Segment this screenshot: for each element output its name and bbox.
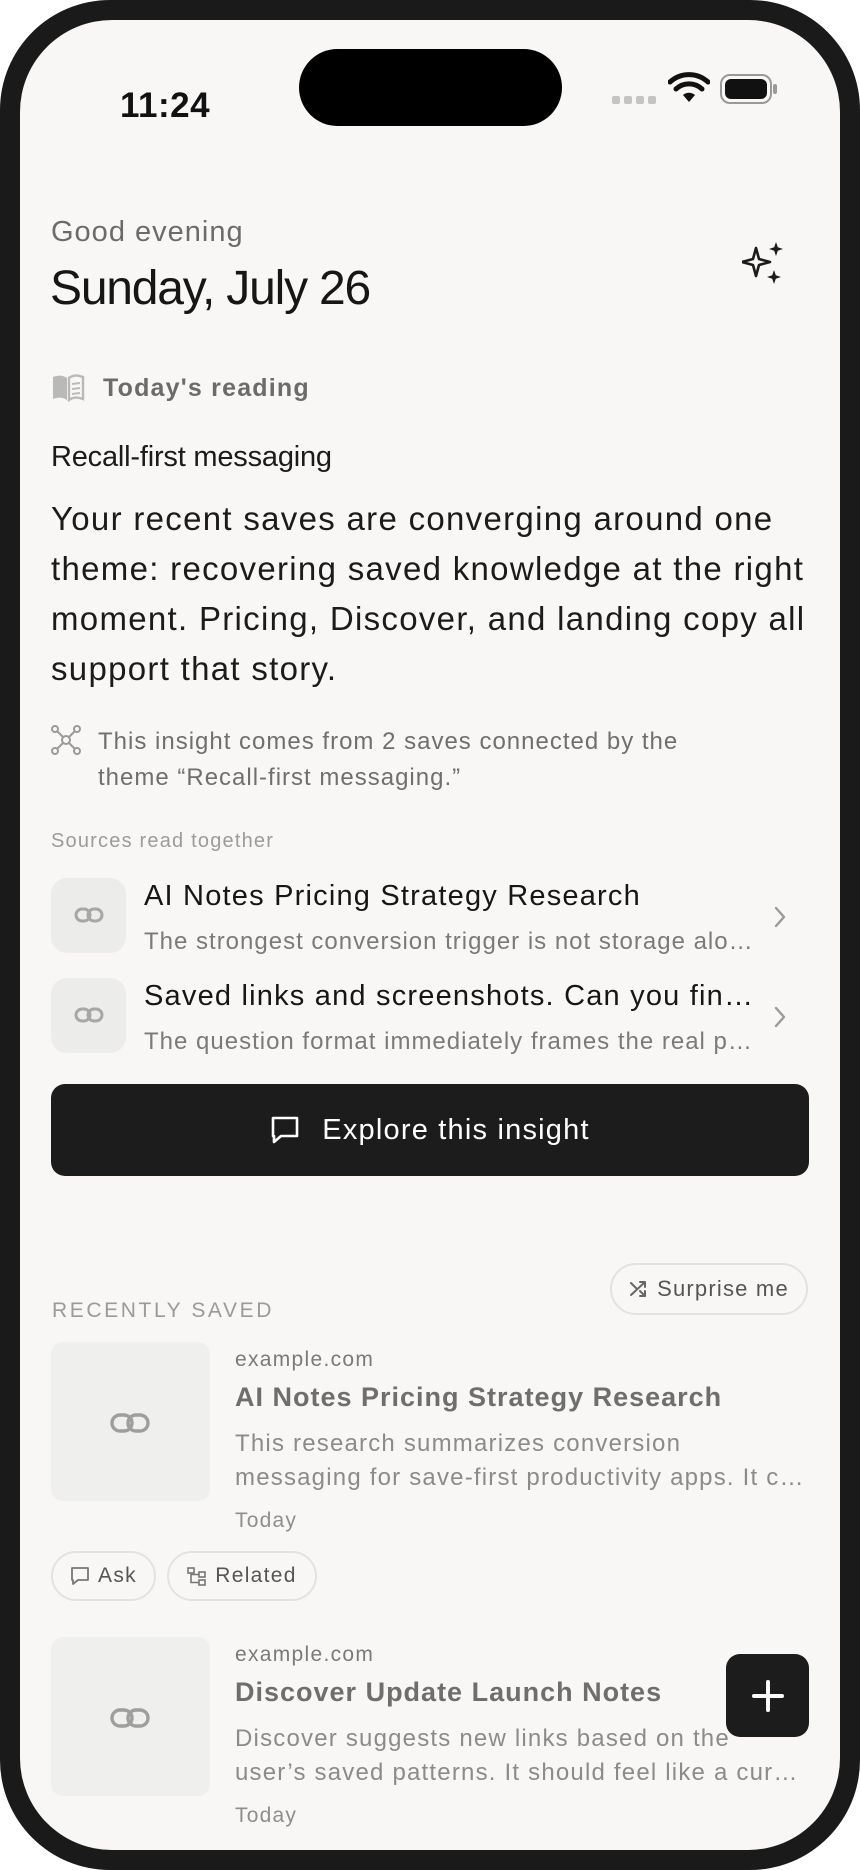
saved-item-title: AI Notes Pricing Strategy Research [235, 1382, 723, 1412]
greeting-text: Good evening [51, 216, 244, 248]
chat-bubble-icon [271, 1116, 299, 1144]
battery-icon [720, 74, 777, 104]
related-chip-button[interactable]: Related [167, 1551, 317, 1601]
todays-reading-label: Today's reading [103, 374, 310, 402]
insight-body: Your recent saves are converging around … [51, 500, 806, 687]
open-book-icon [53, 374, 85, 402]
saved-item-description: Discover suggests new links based on the… [235, 1725, 810, 1786]
ask-chip-button[interactable]: Ask [51, 1551, 156, 1601]
page-title-date: Sunday, July 26 [50, 262, 371, 315]
explore-insight-label: Explore this insight [322, 1113, 590, 1146]
shuffle-icon [630, 1281, 647, 1297]
chevron-right-icon [774, 1006, 786, 1028]
add-item-button[interactable] [726, 1654, 809, 1737]
saved-item-card[interactable]: example.com AI Notes Pricing Strategy Re… [51, 1342, 811, 1582]
source-title: Saved links and screenshots. Can you fin… [144, 980, 754, 1012]
surprise-me-button[interactable]: Surprise me [610, 1263, 808, 1315]
cellular-signal-icon [612, 96, 657, 106]
source-snippet: The strongest conversion trigger is not … [144, 928, 754, 955]
saved-item-date: Today [235, 1804, 298, 1827]
saved-item-card[interactable]: example.com Discover Update Launch Notes… [51, 1637, 811, 1850]
dynamic-island [299, 49, 562, 126]
link-icon [74, 1007, 104, 1023]
status-time: 11:24 [120, 86, 211, 125]
saved-item-description: This research summarizes conversion mess… [235, 1430, 810, 1491]
sparkles-icon [740, 242, 783, 284]
surprise-me-label: Surprise me [657, 1276, 789, 1301]
saved-item-date: Today [235, 1509, 298, 1532]
link-icon [110, 1413, 150, 1433]
source-item[interactable]: AI Notes Pricing Strategy Research The s… [51, 878, 811, 958]
chevron-right-icon [774, 906, 786, 928]
saved-item-domain: example.com [235, 1348, 375, 1371]
source-snippet: The question format immediately frames t… [144, 1028, 754, 1055]
saved-item-thumbnail [51, 1342, 210, 1501]
insight-title: Recall-first messaging [51, 441, 332, 473]
related-chip-label: Related [215, 1564, 297, 1587]
source-thumbnail [51, 878, 126, 953]
link-icon [110, 1708, 150, 1728]
explore-insight-button[interactable]: Explore this insight [51, 1084, 809, 1176]
source-item[interactable]: Saved links and screenshots. Can you fin… [51, 978, 811, 1058]
link-icon [74, 907, 104, 923]
insight-origin-text: This insight comes from 2 saves connecte… [98, 728, 679, 791]
plus-icon [751, 1679, 784, 1712]
source-thumbnail [51, 978, 126, 1053]
sources-label: Sources read together [51, 830, 275, 852]
hierarchy-icon [187, 1567, 207, 1586]
source-title: AI Notes Pricing Strategy Research [144, 880, 641, 912]
saved-item-domain: example.com [235, 1643, 375, 1666]
ask-chip-label: Ask [98, 1564, 137, 1587]
ai-sparkle-button[interactable] [740, 242, 786, 286]
wifi-icon [668, 72, 710, 102]
chat-bubble-icon [71, 1567, 89, 1585]
connection-graph-icon [51, 725, 81, 755]
app-screen: 11:24 Good evening Sunday, July 26 Today… [20, 20, 840, 1850]
recently-saved-heading: RECENTLY SAVED [52, 1299, 274, 1322]
device-frame: 11:24 Good evening Sunday, July 26 Today… [0, 0, 860, 1870]
saved-item-thumbnail [51, 1637, 210, 1796]
